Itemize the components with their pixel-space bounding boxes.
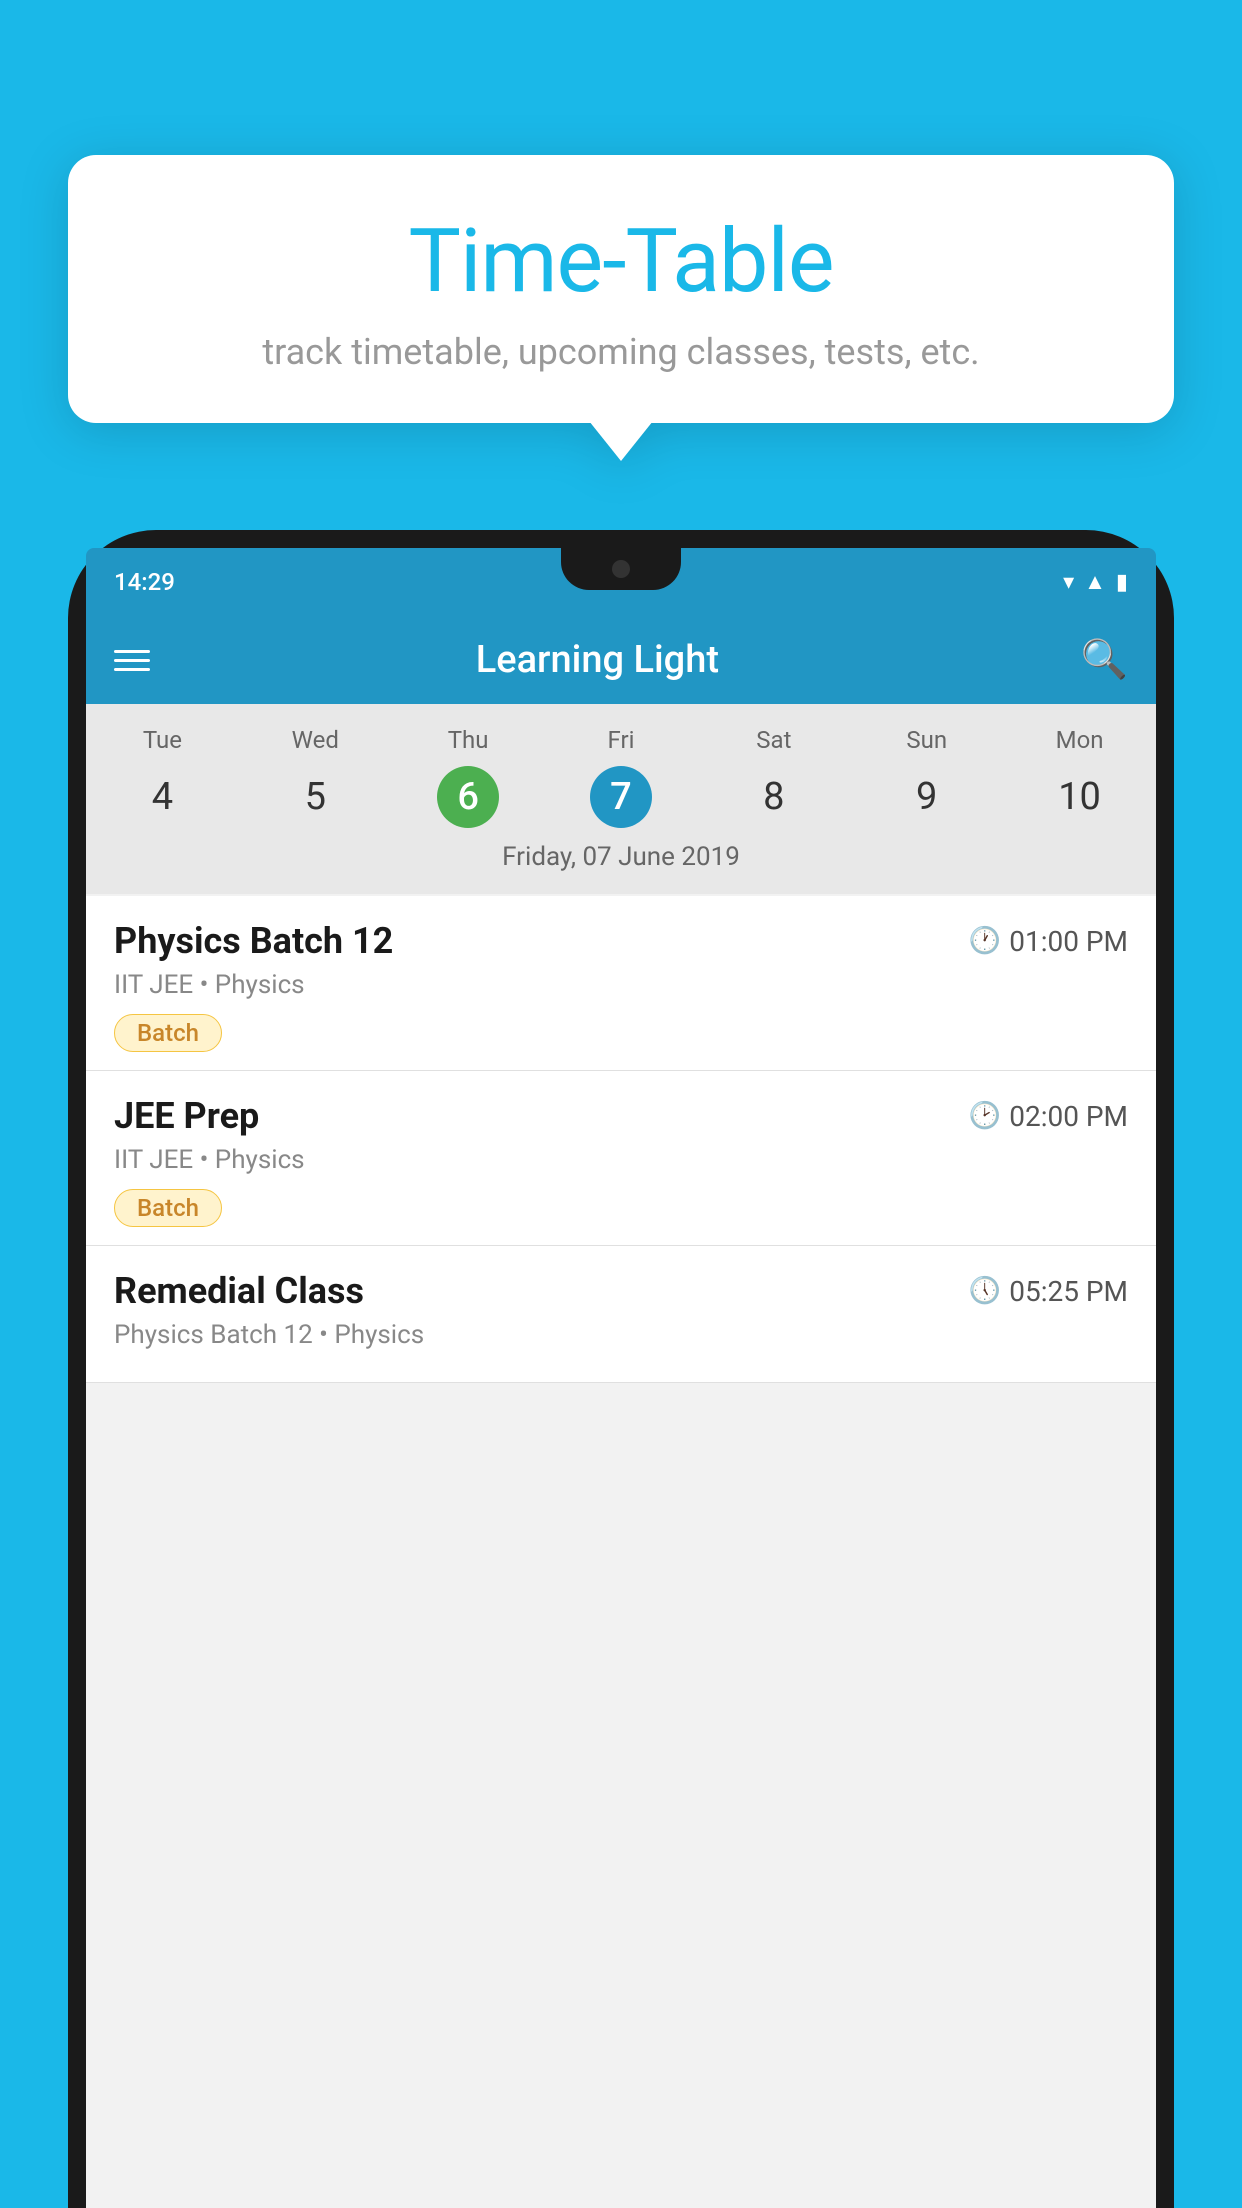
selected-date-label: Friday, 07 June 2019 — [86, 834, 1156, 886]
schedule-item-2-header: JEE Prep 🕑 02:00 PM — [114, 1095, 1128, 1137]
schedule-item-3[interactable]: Remedial Class 🕔 05:25 PM Physics Batch … — [86, 1246, 1156, 1383]
status-icons: ▾ ▲ ▮ — [1063, 569, 1128, 595]
status-bar: 14:29 ▾ ▲ ▮ — [86, 548, 1156, 616]
tooltip-card: Time-Table track timetable, upcoming cla… — [68, 155, 1174, 423]
day-header-mon: Mon — [1003, 720, 1156, 760]
schedule-item-1-time: 🕐 01:00 PM — [969, 925, 1128, 958]
day-numbers: 4 5 6 7 8 9 10 — [86, 760, 1156, 834]
day-header-wed: Wed — [239, 720, 392, 760]
schedule-item-3-header: Remedial Class 🕔 05:25 PM — [114, 1270, 1128, 1312]
schedule-item-1[interactable]: Physics Batch 12 🕐 01:00 PM IIT JEE • Ph… — [86, 896, 1156, 1071]
schedule-item-2-title: JEE Prep — [114, 1095, 259, 1137]
schedule-item-2[interactable]: JEE Prep 🕑 02:00 PM IIT JEE • Physics Ba… — [86, 1071, 1156, 1246]
schedule-item-3-title: Remedial Class — [114, 1270, 364, 1312]
day-6-today[interactable]: 6 — [437, 766, 499, 828]
schedule-item-1-header: Physics Batch 12 🕐 01:00 PM — [114, 920, 1128, 962]
day-header-thu: Thu — [392, 720, 545, 760]
day-9[interactable]: 9 — [850, 766, 1003, 828]
schedule-item-2-tag: Batch — [114, 1189, 222, 1227]
phone-screen: Learning Light 🔍 Tue Wed Thu Fri Sat Sun… — [86, 616, 1156, 2208]
search-button[interactable]: 🔍 — [1081, 638, 1128, 682]
day-header-sat: Sat — [697, 720, 850, 760]
camera — [612, 560, 630, 578]
schedule-item-3-meta: Physics Batch 12 • Physics — [114, 1320, 1128, 1350]
calendar-strip: Tue Wed Thu Fri Sat Sun Mon 4 5 6 7 8 9 … — [86, 704, 1156, 894]
schedule-list: Physics Batch 12 🕐 01:00 PM IIT JEE • Ph… — [86, 896, 1156, 1383]
schedule-item-2-meta: IIT JEE • Physics — [114, 1145, 1128, 1175]
tooltip-subtitle: track timetable, upcoming classes, tests… — [128, 331, 1114, 373]
day-headers: Tue Wed Thu Fri Sat Sun Mon — [86, 720, 1156, 760]
status-time: 14:29 — [114, 568, 175, 596]
signal-icon: ▲ — [1084, 569, 1106, 595]
schedule-item-1-time-value: 01:00 PM — [1009, 925, 1128, 958]
day-header-sun: Sun — [850, 720, 1003, 760]
battery-icon: ▮ — [1116, 570, 1128, 595]
schedule-item-2-time: 🕑 02:00 PM — [969, 1100, 1128, 1133]
clock-icon-2: 🕑 — [969, 1101, 1001, 1131]
phone-frame: 14:29 ▾ ▲ ▮ Learning Light 🔍 Tue Wed Thu… — [68, 530, 1174, 2208]
schedule-item-2-time-value: 02:00 PM — [1009, 1100, 1128, 1133]
day-10[interactable]: 10 — [1003, 766, 1156, 828]
schedule-item-1-meta: IIT JEE • Physics — [114, 970, 1128, 1000]
schedule-item-1-title: Physics Batch 12 — [114, 920, 393, 962]
phone-notch — [561, 548, 681, 590]
app-title: Learning Light — [114, 638, 1081, 682]
day-header-tue: Tue — [86, 720, 239, 760]
clock-icon-1: 🕐 — [969, 926, 1001, 956]
schedule-item-3-time-value: 05:25 PM — [1009, 1275, 1128, 1308]
schedule-item-1-tag: Batch — [114, 1014, 222, 1052]
wifi-icon: ▾ — [1063, 570, 1074, 595]
schedule-item-3-time: 🕔 05:25 PM — [969, 1275, 1128, 1308]
app-bar: Learning Light 🔍 — [86, 616, 1156, 704]
day-8[interactable]: 8 — [697, 766, 850, 828]
day-7-selected[interactable]: 7 — [590, 766, 652, 828]
day-4[interactable]: 4 — [86, 766, 239, 828]
tooltip-title: Time-Table — [128, 210, 1114, 313]
day-5[interactable]: 5 — [239, 766, 392, 828]
clock-icon-3: 🕔 — [969, 1276, 1001, 1306]
day-header-fri: Fri — [545, 720, 698, 760]
